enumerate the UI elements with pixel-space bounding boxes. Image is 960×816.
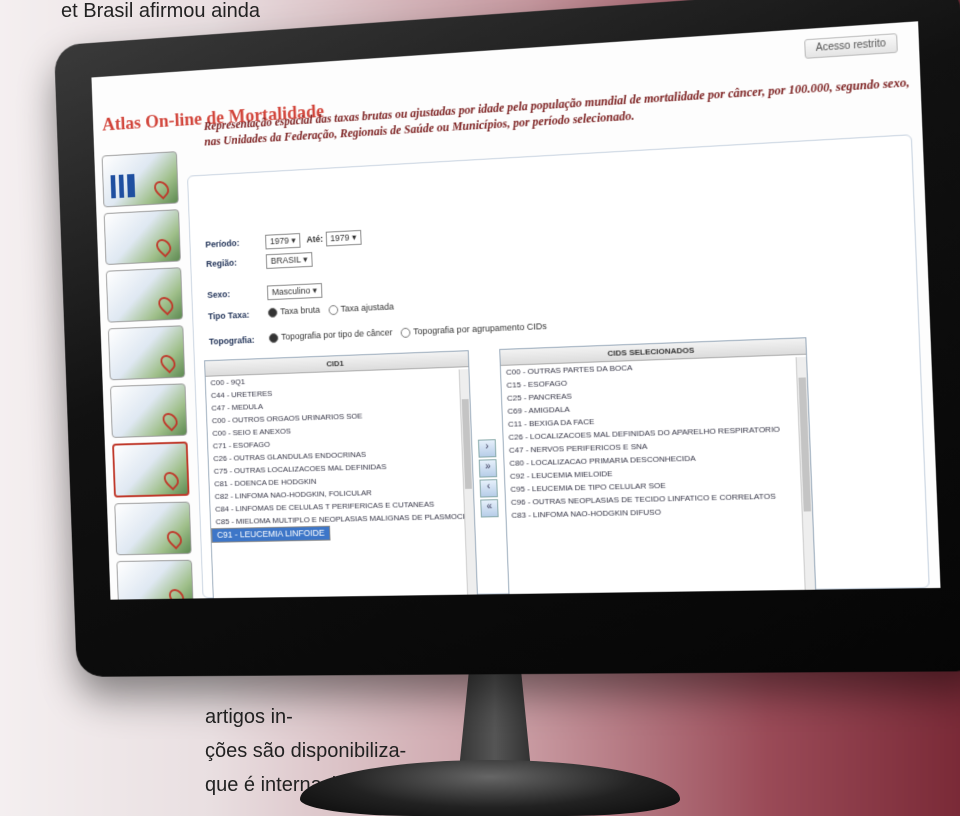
sidebar-item-regional-map[interactable]	[110, 383, 188, 438]
cid-list[interactable]: CID1 C00 - 9Q1 C44 - URETERES C47 - MEDU…	[204, 350, 479, 600]
page-subtitle: Representação espacial das taxas brutas …	[203, 74, 910, 149]
regiao-group: BRASIL ▾	[265, 252, 316, 269]
bar-chart-icon	[110, 173, 136, 199]
sidebar-item-line-chart-map[interactable]	[107, 325, 186, 381]
sexo-group: Masculino ▾	[266, 283, 326, 301]
sidebar-item-spatial-map[interactable]	[112, 441, 190, 498]
scrollbar-thumb[interactable]	[798, 377, 812, 512]
regiao-label: Região:	[205, 257, 238, 269]
tipo-taxa-radio-bruta[interactable]	[267, 307, 278, 318]
periodo-group: 1979 ▾ Até: 1979 ▾	[265, 229, 365, 250]
sexo-select[interactable]: Masculino ▾	[266, 283, 323, 301]
text-line: ções são disponibiliza-	[205, 740, 407, 762]
map-pin-icon	[155, 293, 177, 316]
sidebar-item-summary-map[interactable]	[103, 209, 181, 266]
map-pin-icon	[151, 177, 173, 200]
periodo-to-value: 1979	[330, 232, 350, 244]
remove-selected-button[interactable]: ‹	[479, 479, 498, 498]
periodo-from-value: 1979	[269, 235, 290, 247]
sidebar-item-grid-map[interactable]	[114, 501, 192, 556]
access-restricted-button[interactable]: Acesso restrito	[803, 33, 898, 59]
tipo-taxa-opt2: Taxa ajustada	[340, 301, 395, 314]
tipo-taxa-label: Tipo Taxa:	[207, 309, 250, 322]
cids-selected-list[interactable]: CIDS SELECIONADOS C00 - OUTRAS PARTES DA…	[499, 337, 817, 600]
topografia-opt1: Topografia por tipo de câncer	[280, 327, 393, 342]
sidebar-item-table-map[interactable]	[105, 267, 184, 323]
map-pin-icon	[153, 235, 175, 258]
map-pin-icon	[166, 585, 188, 600]
text-line: artigos in-	[205, 706, 293, 728]
tipo-taxa-radio-ajustada[interactable]	[328, 304, 338, 315]
map-pin-icon	[159, 409, 181, 432]
scrollbar-thumb[interactable]	[461, 399, 472, 489]
add-selected-button[interactable]: ›	[477, 439, 497, 458]
topografia-radio-tipo[interactable]	[268, 332, 279, 343]
sexo-value: Masculino	[271, 285, 311, 298]
add-all-button[interactable]: »	[478, 459, 498, 478]
regiao-value: BRASIL	[270, 254, 301, 266]
sexo-label: Sexo:	[207, 289, 231, 300]
tipo-taxa-group: Taxa bruta Taxa ajustada	[262, 302, 394, 318]
sidebar-item-trend-map[interactable]	[116, 559, 194, 600]
map-pin-icon	[160, 468, 182, 491]
form-panel: Período: 1979 ▾ Até: 1979 ▾ Região: BRAS…	[187, 134, 930, 600]
sidebar	[101, 151, 199, 600]
text-line: et Brasil afirmou ainda	[61, 0, 260, 22]
map-pin-icon	[163, 527, 185, 550]
periodo-from-select[interactable]: 1979 ▾	[265, 233, 301, 250]
sidebar-item-bar-chart-map[interactable]	[101, 151, 179, 208]
topografia-group: Topografia por tipo de câncer Topografia…	[263, 321, 547, 343]
monitor: Acesso restrito Atlas On-line de Mortali…	[53, 0, 960, 677]
periodo-to-select[interactable]: 1979 ▾	[325, 229, 362, 247]
regiao-select[interactable]: BRASIL ▾	[265, 252, 313, 269]
list-item-selected[interactable]: C91 - LEUCEMIA LINFOIDE	[211, 525, 331, 543]
topografia-opt2: Topografia por agrupamento CIDs	[413, 321, 547, 337]
topografia-radio-agrupamento[interactable]	[400, 327, 411, 338]
tipo-taxa-opt1: Taxa bruta	[280, 304, 321, 317]
periodo-label: Período:	[205, 238, 240, 250]
topografia-label: Topografia:	[208, 334, 255, 347]
remove-all-button[interactable]: «	[480, 499, 499, 518]
map-pin-icon	[157, 351, 179, 374]
monitor-screen: Acesso restrito Atlas On-line de Mortali…	[91, 21, 941, 600]
periodo-ate-label: Até:	[306, 233, 324, 245]
